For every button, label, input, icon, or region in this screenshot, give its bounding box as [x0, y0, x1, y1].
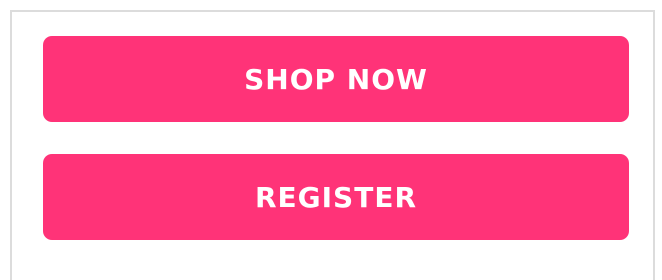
register-button[interactable]: REGISTER	[43, 154, 629, 240]
shop-now-button[interactable]: SHOP NOW	[43, 36, 629, 122]
